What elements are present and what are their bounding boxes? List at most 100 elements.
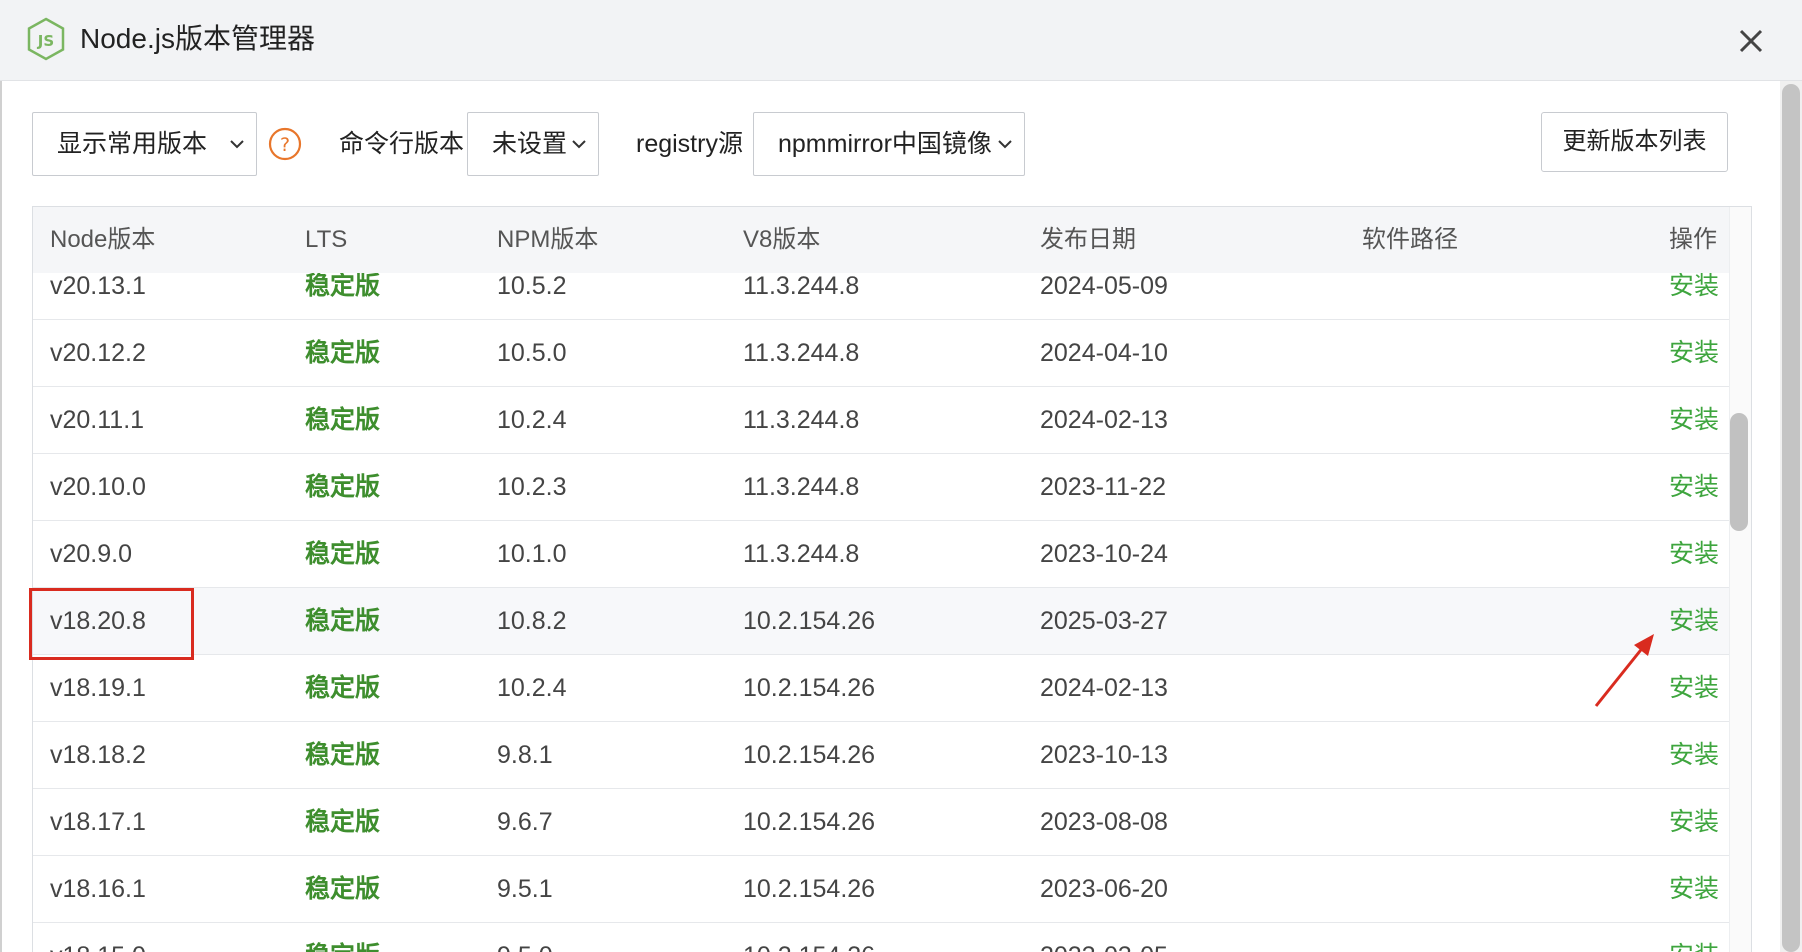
- cell-lts: 稳定版: [305, 674, 381, 702]
- install-link[interactable]: 安装: [1669, 655, 1719, 721]
- nodejs-hexagon-icon: JS: [27, 17, 65, 61]
- install-link[interactable]: 安装: [1669, 320, 1719, 386]
- cell-v8-version: 11.3.244.8: [743, 406, 860, 434]
- table-row[interactable]: v18.17.1 稳定版 9.6.7 10.2.154.26 2023-08-08 安装: [33, 789, 1729, 856]
- window-scrollbar-thumb[interactable]: [1782, 84, 1800, 952]
- cell-lts: 稳定版: [305, 875, 381, 903]
- install-link[interactable]: 安装: [1669, 273, 1719, 319]
- registry-label: registry源: [636, 130, 743, 158]
- table-header: Node版本 LTS NPM版本 V8版本 发布日期 软件路径 操作: [33, 207, 1729, 273]
- column-header-lts: LTS: [305, 226, 348, 253]
- table-row[interactable]: v18.16.1 稳定版 9.5.1 10.2.154.26 2023-06-20 安装: [33, 856, 1729, 923]
- cell-lts: 稳定版: [305, 339, 381, 367]
- title-bar: JS Node.js版本管理器: [0, 0, 1802, 81]
- install-link[interactable]: 安装: [1669, 454, 1719, 520]
- cell-npm-version: 10.2.3: [497, 473, 567, 501]
- column-header-v8-version: V8版本: [743, 226, 821, 253]
- cli-version-value: 未设置: [492, 130, 568, 158]
- cell-v8-version: 10.2.154.26: [743, 923, 875, 952]
- cell-node-version: v18.18.2: [50, 741, 146, 769]
- table-row[interactable]: v20.12.2 稳定版 10.5.0 11.3.244.8 2024-04-10 安装: [33, 320, 1729, 387]
- cell-node-version: v20.12.2: [50, 339, 146, 367]
- table-scrollbar-track[interactable]: [1729, 207, 1751, 952]
- cell-lts: 稳定版: [305, 741, 381, 769]
- cell-v8-version: 10.2.154.26: [743, 607, 876, 635]
- cell-release-date: 2024-04-10: [1040, 339, 1168, 367]
- table-rows: v20.13.1 稳定版 10.5.2 11.3.244.8 2024-05-09 安装 v…: [33, 273, 1729, 952]
- table-row[interactable]: v20.11.1 稳定版 10.2.4 11.3.244.8 2024-02-13 安装: [33, 387, 1729, 454]
- cell-release-date: 2024-02-13: [1040, 406, 1168, 434]
- cell-npm-version: 9.5.0: [497, 923, 553, 952]
- window-left-edge: [0, 81, 2, 952]
- cell-npm-version: 9.6.7: [497, 808, 553, 836]
- cell-npm-version: 10.5.0: [497, 339, 567, 367]
- table-row[interactable]: v18.15.0 稳定版 9.5.0 10.2.154.26 2023-03-05 安装: [33, 923, 1729, 952]
- cell-release-date: 2023-10-13: [1040, 741, 1168, 769]
- cell-npm-version: 9.5.1: [497, 875, 553, 903]
- table-row[interactable]: v18.19.1 稳定版 10.2.4 10.2.154.26 2024-02-13 安装: [33, 655, 1729, 722]
- cell-release-date: 2023-06-20: [1040, 875, 1168, 903]
- cell-lts: 稳定版: [305, 923, 380, 952]
- cell-lts: 稳定版: [305, 808, 381, 836]
- install-link[interactable]: 安装: [1669, 588, 1719, 654]
- version-filter-value: 显示常用版本: [57, 130, 208, 158]
- update-version-list-button[interactable]: 更新版本列表: [1541, 112, 1728, 172]
- install-link[interactable]: 安装: [1669, 387, 1719, 453]
- cell-v8-version: 11.3.244.8: [743, 273, 860, 300]
- cell-release-date: 2023-10-24: [1040, 540, 1168, 568]
- install-link[interactable]: 安装: [1669, 923, 1719, 952]
- cell-node-version: v18.16.1: [50, 875, 146, 903]
- table-row[interactable]: v20.9.0 稳定版 10.1.0 11.3.244.8 2023-10-24 安装: [33, 521, 1729, 588]
- table-row[interactable]: v20.13.1 稳定版 10.5.2 11.3.244.8 2024-05-09 安装: [33, 273, 1729, 320]
- column-header-node-version: Node版本: [50, 226, 156, 253]
- cell-node-version: v18.19.1: [50, 674, 146, 702]
- cell-npm-version: 9.8.1: [497, 741, 553, 769]
- cell-node-version: v20.11.1: [50, 406, 145, 434]
- cell-npm-version: 10.2.4: [497, 406, 567, 434]
- table-scrollbar-thumb[interactable]: [1730, 413, 1748, 531]
- cell-node-version: v18.17.1: [50, 808, 146, 836]
- column-header-release-date: 发布日期: [1040, 226, 1136, 253]
- cell-node-version: v20.9.0: [50, 540, 133, 568]
- install-link[interactable]: 安装: [1669, 722, 1719, 788]
- install-link[interactable]: 安装: [1669, 789, 1719, 855]
- column-header-npm-version: NPM版本: [497, 226, 599, 253]
- cell-node-version: v20.10.0: [50, 473, 146, 501]
- question-circle-icon[interactable]: ?: [268, 127, 302, 161]
- cell-v8-version: 10.2.154.26: [743, 674, 876, 702]
- cell-lts: 稳定版: [305, 473, 381, 501]
- cell-lts: 稳定版: [305, 273, 381, 300]
- table-body[interactable]: v20.13.1 稳定版 10.5.2 11.3.244.8 2024-05-09 安装 v…: [33, 273, 1729, 952]
- column-header-software-path: 软件路径: [1362, 226, 1458, 253]
- window-title: Node.js版本管理器: [80, 23, 315, 54]
- cell-v8-version: 10.2.154.26: [743, 875, 876, 903]
- cell-release-date: 2024-02-13: [1040, 674, 1168, 702]
- cell-v8-version: 10.2.154.26: [743, 808, 876, 836]
- registry-select[interactable]: npmmirror中国镜像: [753, 112, 1025, 176]
- cell-v8-version: 11.3.244.8: [743, 339, 860, 367]
- install-link[interactable]: 安装: [1669, 856, 1719, 922]
- cell-lts: 稳定版: [305, 406, 381, 434]
- cell-release-date: 2024-05-09: [1040, 273, 1168, 300]
- cell-node-version: v18.20.8: [50, 607, 146, 635]
- cell-v8-version: 11.3.244.8: [743, 473, 860, 501]
- cell-npm-version: 10.2.4: [497, 674, 567, 702]
- table-row[interactable]: v18.18.2 稳定版 9.8.1 10.2.154.26 2023-10-13 安装: [33, 722, 1729, 789]
- table-row[interactable]: v18.20.8 稳定版 10.8.2 10.2.154.26 2025-03-27 安装: [33, 588, 1729, 655]
- cell-v8-version: 10.2.154.26: [743, 741, 876, 769]
- table-row[interactable]: v20.10.0 稳定版 10.2.3 11.3.244.8 2023-11-22 安装: [33, 454, 1729, 521]
- chevron-down-icon: [998, 140, 1012, 149]
- cell-npm-version: 10.1.0: [497, 540, 567, 568]
- cell-npm-version: 10.8.2: [497, 607, 567, 635]
- cell-v8-version: 11.3.244.8: [743, 540, 860, 568]
- column-header-action: 操作: [1669, 226, 1717, 253]
- cell-lts: 稳定版: [305, 607, 381, 635]
- cli-version-label: 命令行版本: [339, 130, 465, 158]
- cell-npm-version: 10.5.2: [497, 273, 567, 300]
- close-icon[interactable]: [1732, 22, 1770, 60]
- cell-release-date: 2023-08-08: [1040, 808, 1168, 836]
- version-filter-select[interactable]: 显示常用版本: [32, 112, 257, 176]
- cli-version-select[interactable]: 未设置: [467, 112, 599, 176]
- svg-text:JS: JS: [37, 32, 54, 50]
- install-link[interactable]: 安装: [1669, 521, 1719, 587]
